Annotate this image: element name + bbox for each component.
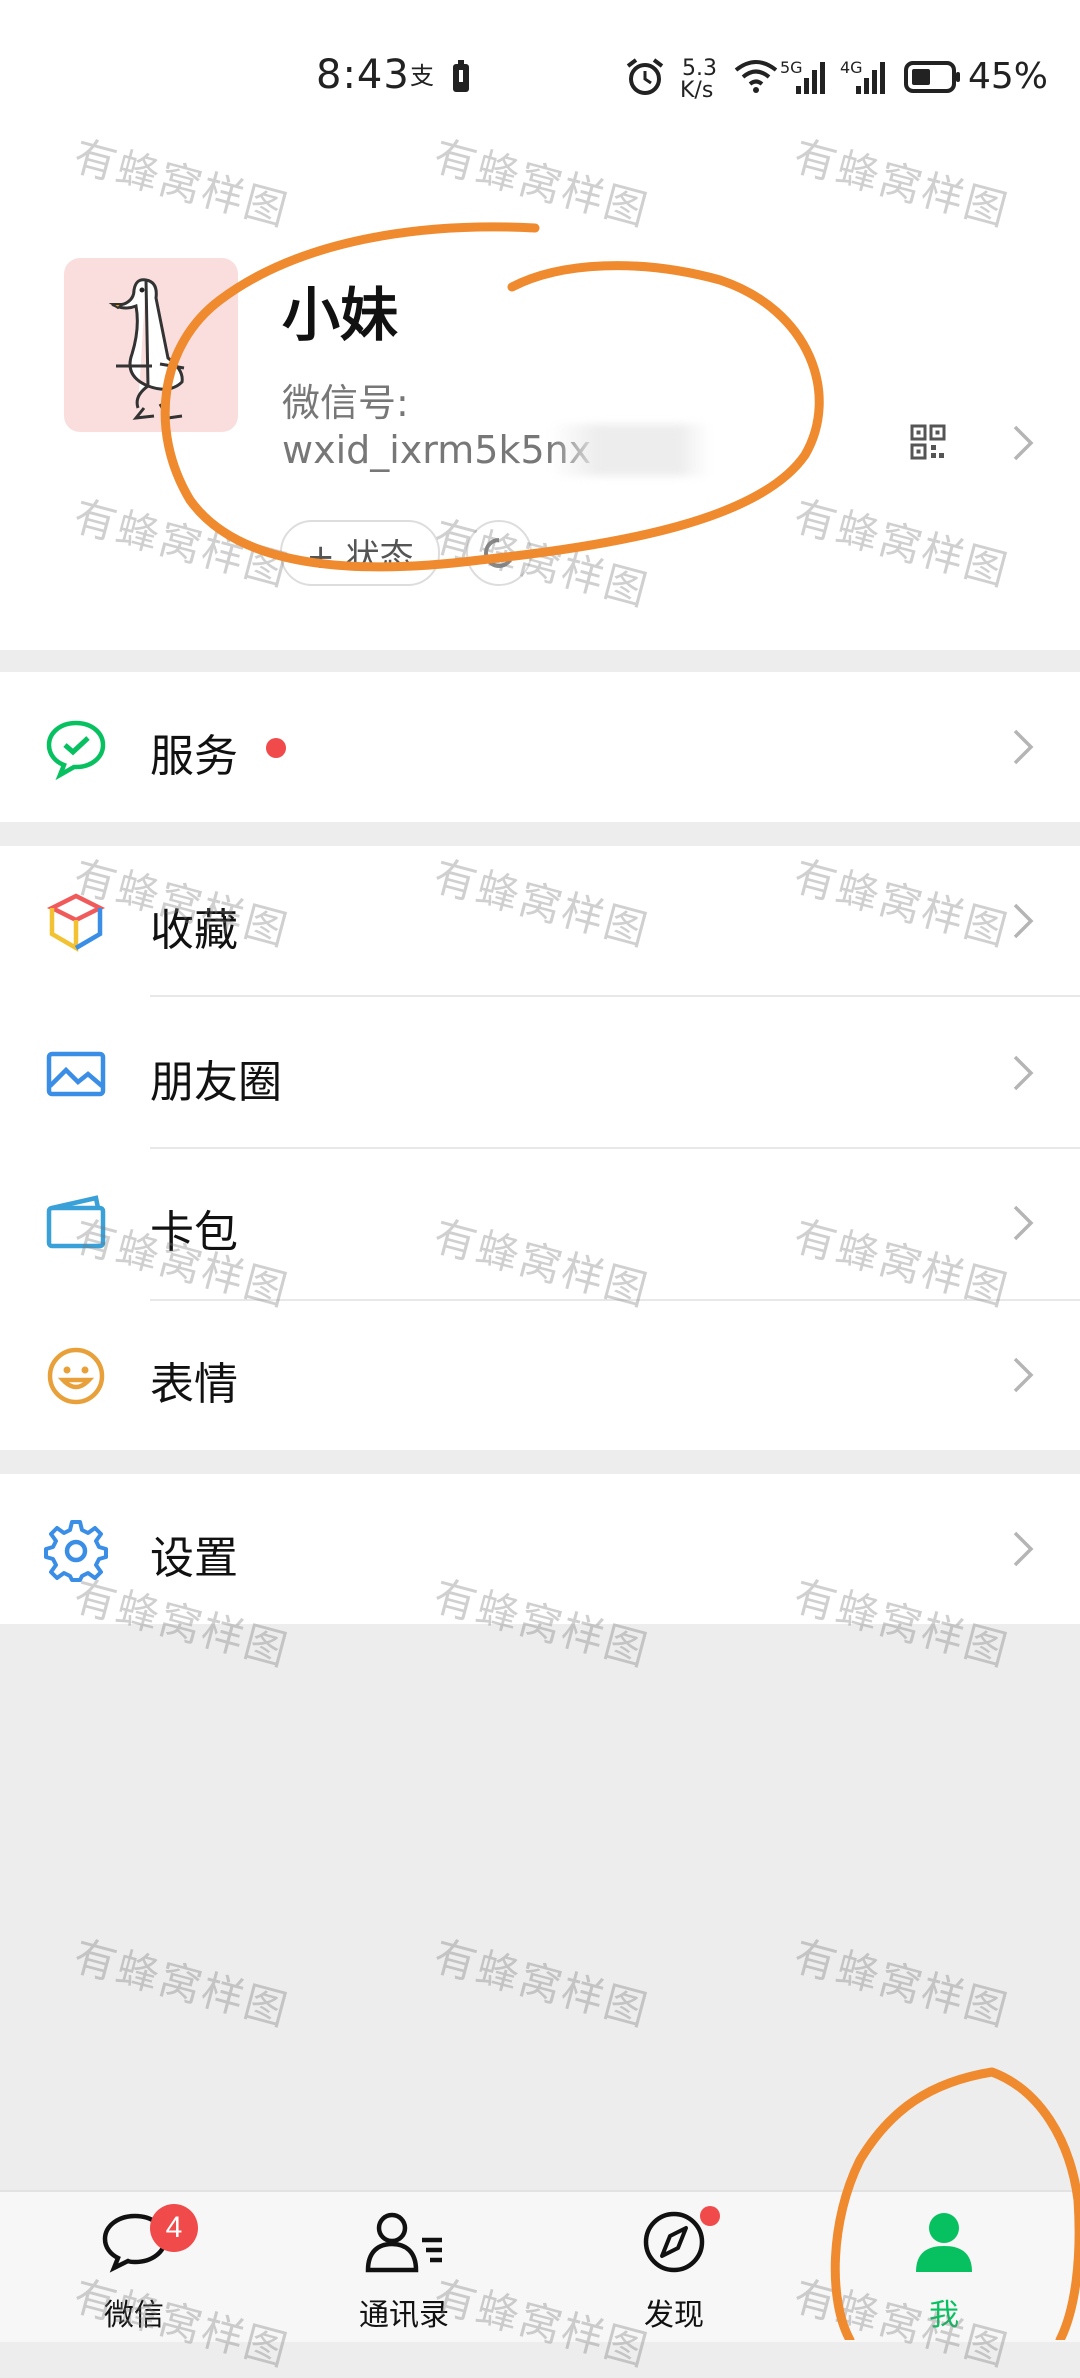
- tab-contacts[interactable]: 通讯录: [304, 2190, 504, 2340]
- tab-chats[interactable]: 微信: [34, 2190, 234, 2340]
- net-speed-unit: K/s: [680, 78, 714, 103]
- menu-label-services: 服务: [150, 731, 238, 782]
- chevron-right-icon: [1013, 1357, 1034, 1393]
- chevron-right-icon: [1013, 1531, 1034, 1567]
- avatar[interactable]: [64, 258, 238, 432]
- tab-me[interactable]: 我: [844, 2190, 1044, 2340]
- cards-wallet-icon: [46, 1195, 106, 1249]
- redacted-id-blur: [550, 424, 710, 476]
- battery-percent: 45%: [968, 56, 1049, 97]
- alipay-icon: 支: [410, 62, 434, 90]
- add-status-button[interactable]: + 状态: [280, 520, 440, 586]
- net-speed-value: 5.3: [682, 56, 717, 81]
- wechat-id-label: 微信号:: [282, 381, 409, 425]
- menu-label-stickers: 表情: [150, 1359, 238, 1410]
- wechat-id-value: wxid_ixrm5k5nx: [282, 428, 592, 472]
- stickers-smile-icon: [47, 1347, 105, 1405]
- watermark: 有蜂窝样图: [68, 1931, 294, 2036]
- svg-text:支: 支: [410, 62, 434, 90]
- tab-label-contacts: 通讯录: [359, 2298, 449, 2333]
- unread-badge: 4: [150, 2204, 198, 2252]
- battery-saver-icon: [453, 60, 469, 92]
- moments-picture-icon: [46, 1051, 106, 1097]
- qr-code-icon[interactable]: [910, 424, 946, 460]
- services-icon: [46, 720, 106, 781]
- watermark: 有蜂窝样图: [788, 1931, 1014, 2036]
- chevron-right-icon: [1013, 1205, 1034, 1241]
- chevron-right-icon: [1013, 903, 1034, 939]
- menu-label-settings: 设置: [150, 1533, 238, 1584]
- discover-red-dot: [700, 2206, 720, 2226]
- favorites-cube-icon: [46, 893, 106, 952]
- profile-chevron-right-icon: [1013, 425, 1034, 461]
- duck-avatar-image: [108, 278, 185, 420]
- settings-gear-icon: [44, 1520, 108, 1582]
- tab-discover[interactable]: 发现: [574, 2190, 774, 2340]
- chevron-right-icon: [1013, 729, 1034, 765]
- battery-icon: [904, 61, 960, 93]
- nickname: 小妹: [282, 281, 399, 349]
- status-refresh-button[interactable]: [466, 520, 532, 586]
- contacts-icon: [365, 2212, 442, 2273]
- signal-5g-icon: [796, 62, 825, 94]
- signal-4g-icon: [856, 62, 885, 94]
- tab-label-chats: 微信: [104, 2298, 164, 2333]
- wifi-icon: [734, 60, 778, 93]
- status-time: 8:43: [316, 52, 410, 98]
- tab-label-me: 我: [929, 2298, 959, 2333]
- menu-label-moments: 朋友圈: [150, 1057, 282, 1108]
- menu-label-cards: 卡包: [150, 1207, 238, 1258]
- watermark: 有蜂窝样图: [428, 1931, 654, 2036]
- services-red-dot: [266, 738, 286, 758]
- refresh-icon: [484, 538, 514, 568]
- alarm-icon: [626, 58, 664, 95]
- me-person-icon: [916, 2213, 972, 2272]
- tab-label-discover: 发现: [644, 2298, 704, 2333]
- compass-icon: [643, 2211, 705, 2273]
- menu-label-favorites: 收藏: [150, 905, 238, 956]
- chevron-right-icon: [1013, 1055, 1034, 1091]
